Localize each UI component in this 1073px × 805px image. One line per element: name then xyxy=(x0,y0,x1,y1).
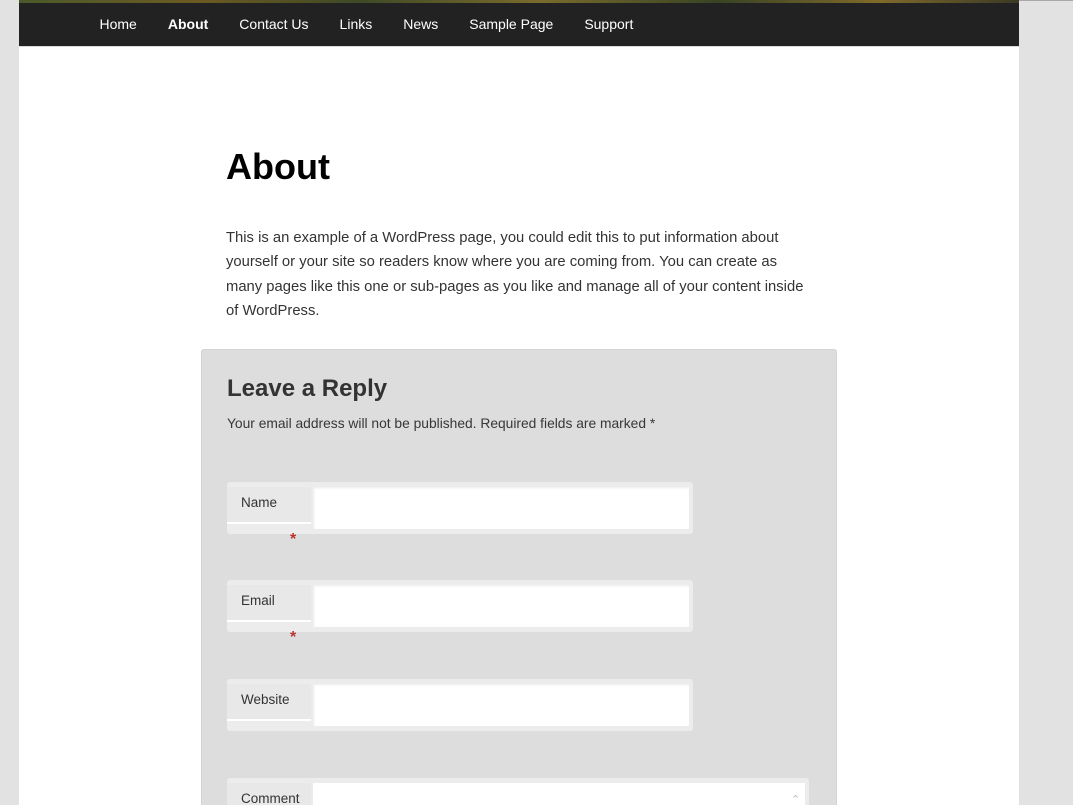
page-title: About xyxy=(226,146,330,187)
name-required-mark: * xyxy=(290,531,297,548)
name-label: Name xyxy=(227,487,311,524)
name-field: Name xyxy=(227,482,693,534)
comment-textarea[interactable] xyxy=(313,783,805,805)
reply-title: Leave a Reply xyxy=(227,375,388,402)
name-input[interactable] xyxy=(313,487,689,529)
comment-notes: Your email address will not be published… xyxy=(227,416,656,431)
nav-item-about[interactable]: About xyxy=(152,3,223,46)
page: Home About Contact Us Links News Sample … xyxy=(19,0,1019,805)
nav-item-contact-us[interactable]: Contact Us xyxy=(224,3,324,46)
website-label: Website xyxy=(227,684,311,721)
chevron-up-icon[interactable]: ⌃ xyxy=(791,795,800,805)
website-field: Website xyxy=(227,679,693,731)
comment-label: Comment xyxy=(227,783,311,805)
email-input[interactable] xyxy=(313,585,689,627)
nav-item-links[interactable]: Links xyxy=(324,3,388,46)
nav-item-support[interactable]: Support xyxy=(569,3,649,46)
email-label: Email xyxy=(227,585,311,622)
main-navigation: Home About Contact Us Links News Sample … xyxy=(19,3,1019,47)
entry-content: This is an example of a WordPress page, … xyxy=(226,230,804,320)
nav-item-sample-page[interactable]: Sample Page xyxy=(454,3,569,46)
comment-form-section: Leave a Reply Your email address will no… xyxy=(201,349,837,805)
top-rule xyxy=(1019,0,1073,1)
email-field: Email xyxy=(227,580,693,632)
comment-field: Comment ⌃ xyxy=(227,778,809,805)
website-input[interactable] xyxy=(313,684,689,726)
nav-item-home[interactable]: Home xyxy=(84,3,152,46)
email-required-mark: * xyxy=(290,629,297,646)
nav-item-news[interactable]: News xyxy=(388,3,454,46)
